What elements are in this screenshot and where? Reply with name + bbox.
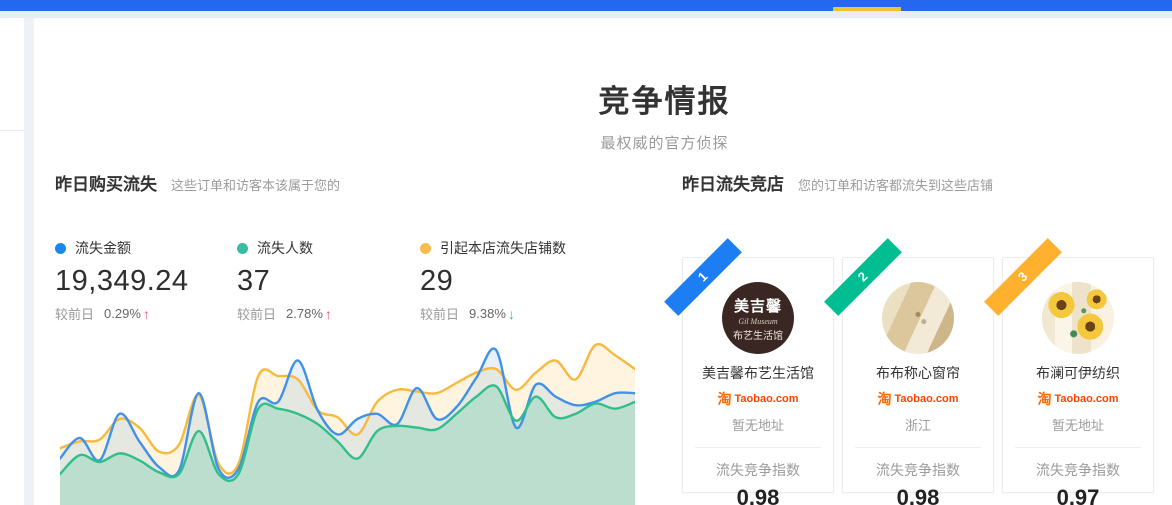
purchase-loss-panel: 昨日购买流失 这些订单和访客本该属于您的 流失金额 19,349.24 较前日 … bbox=[55, 170, 637, 505]
platform-line: 淘 Taobao.com bbox=[1003, 389, 1153, 409]
store-location: 暂无地址 bbox=[683, 415, 833, 434]
competitor-cards-row: 1 美吉馨 Gil Museum 布艺生活馆 美吉馨布艺生活馆 淘 Taobao… bbox=[682, 257, 1162, 493]
legend-dot-green-icon bbox=[237, 243, 248, 254]
taobao-icon: 淘 bbox=[878, 389, 892, 409]
index-label: 流失竞争指数 bbox=[1003, 460, 1153, 480]
competitor-card-3[interactable]: 3 布澜可伊纺织 淘 Taobao.com 暂无地址 流失竞争指数 0.97 bbox=[1002, 257, 1154, 493]
stat-loss-visitors[interactable]: 流失人数 37 较前日 2.78% ↑ bbox=[237, 238, 332, 323]
index-value: 0.97 bbox=[1003, 485, 1153, 505]
stat-value: 37 bbox=[237, 265, 332, 298]
platform-line: 淘 Taobao.com bbox=[683, 389, 833, 409]
competitor-panel: 昨日流失竞店 您的订单和访客都流失到这些店铺 1 美吉馨 Gil Museum … bbox=[682, 170, 1157, 505]
competitor-card-1[interactable]: 1 美吉馨 Gil Museum 布艺生活馆 美吉馨布艺生活馆 淘 Taobao… bbox=[682, 257, 834, 493]
side-panel-gap bbox=[24, 18, 34, 505]
taobao-label: Taobao.com bbox=[1055, 393, 1119, 405]
store-name-link[interactable]: 布布称心窗帘 bbox=[843, 363, 993, 383]
index-label: 流失竞争指数 bbox=[843, 460, 993, 480]
page-subtitle: 最权威的官方侦探 bbox=[402, 132, 927, 153]
avatar-text: Gil Museum bbox=[738, 317, 777, 326]
legend-dot-orange-icon bbox=[420, 243, 431, 254]
compare-label: 较前日 bbox=[237, 304, 276, 323]
store-location: 暂无地址 bbox=[1003, 415, 1153, 434]
avatar-text: 布艺生活馆 bbox=[733, 327, 783, 342]
competitor-header: 昨日流失竞店 您的订单和访客都流失到这些店铺 bbox=[682, 170, 1157, 195]
stat-label: 流失金额 bbox=[75, 238, 131, 258]
collapsed-side-panel bbox=[0, 18, 24, 505]
delta-value: 0.29% bbox=[104, 306, 141, 321]
up-arrow-icon: ↑ bbox=[143, 306, 150, 322]
avatar-text: 美吉馨 bbox=[734, 295, 782, 316]
index-value: 0.98 bbox=[843, 485, 993, 505]
store-name-link[interactable]: 美吉馨布艺生活馆 bbox=[683, 363, 833, 383]
stat-value: 29 bbox=[420, 265, 566, 298]
side-panel-divider bbox=[0, 130, 24, 131]
purchase-loss-header: 昨日购买流失 这些订单和访客本该属于您的 bbox=[55, 170, 637, 195]
dashboard-page: 竞争情报 最权威的官方侦探 昨日购买流失 这些订单和访客本该属于您的 流失金额 … bbox=[0, 0, 1172, 505]
store-avatar: 美吉馨 Gil Museum 布艺生活馆 bbox=[722, 282, 794, 354]
top-band bbox=[0, 11, 1172, 18]
card-divider bbox=[695, 447, 821, 448]
up-arrow-icon: ↑ bbox=[325, 306, 332, 322]
competitor-title: 昨日流失竞店 bbox=[682, 170, 784, 195]
loss-trend-chart[interactable] bbox=[60, 333, 635, 505]
stat-value: 19,349.24 bbox=[55, 265, 189, 298]
card-divider bbox=[855, 447, 981, 448]
legend-dot-blue-icon bbox=[55, 243, 66, 254]
stat-label: 引起本店流失店铺数 bbox=[440, 238, 566, 258]
store-location: 浙江 bbox=[843, 415, 993, 434]
down-arrow-icon: ↓ bbox=[508, 306, 515, 322]
purchase-loss-desc: 这些订单和访客本该属于您的 bbox=[171, 175, 340, 194]
index-label: 流失竞争指数 bbox=[683, 460, 833, 480]
page-title-block: 竞争情报 最权威的官方侦探 bbox=[402, 76, 927, 153]
stat-loss-shops[interactable]: 引起本店流失店铺数 29 较前日 9.38% ↓ bbox=[420, 238, 566, 323]
store-avatar bbox=[1042, 282, 1114, 354]
delta-value: 9.38% bbox=[469, 306, 506, 321]
index-value: 0.98 bbox=[683, 485, 833, 505]
stat-loss-amount[interactable]: 流失金额 19,349.24 较前日 0.29% ↑ bbox=[55, 238, 189, 323]
taobao-icon: 淘 bbox=[1038, 389, 1052, 409]
compare-label: 较前日 bbox=[55, 304, 94, 323]
card-divider bbox=[1015, 447, 1141, 448]
taobao-label: Taobao.com bbox=[735, 393, 799, 405]
page-title: 竞争情报 bbox=[402, 76, 927, 121]
store-avatar bbox=[882, 282, 954, 354]
competitor-desc: 您的订单和访客都流失到这些店铺 bbox=[798, 175, 993, 194]
stat-label: 流失人数 bbox=[257, 238, 313, 258]
purchase-loss-title: 昨日购买流失 bbox=[55, 170, 157, 195]
taobao-icon: 淘 bbox=[718, 389, 732, 409]
platform-line: 淘 Taobao.com bbox=[843, 389, 993, 409]
taobao-label: Taobao.com bbox=[895, 393, 959, 405]
compare-label: 较前日 bbox=[420, 304, 459, 323]
store-name-link[interactable]: 布澜可伊纺织 bbox=[1003, 363, 1153, 383]
competitor-card-2[interactable]: 2 布布称心窗帘 淘 Taobao.com 浙江 流失竞争指数 0.98 bbox=[842, 257, 994, 493]
top-nav-bar bbox=[0, 0, 1172, 11]
delta-value: 2.78% bbox=[286, 306, 323, 321]
